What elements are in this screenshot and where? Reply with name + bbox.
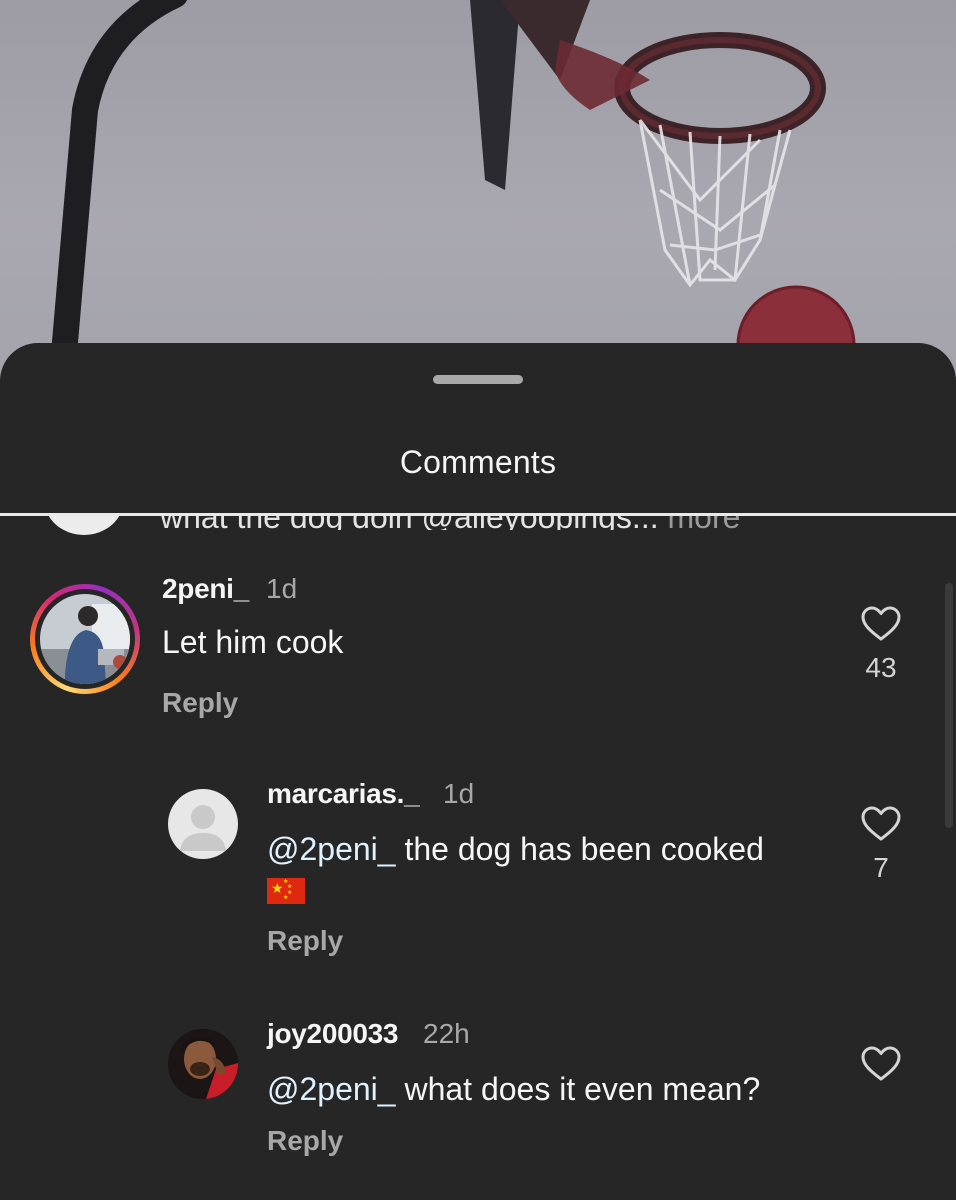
comment-text-body: what does it even mean? bbox=[395, 1071, 761, 1107]
comment-text-body: the dog has been cooked bbox=[395, 831, 764, 867]
avatar[interactable] bbox=[168, 789, 238, 859]
reply-item: joy200033 22h @2peni_ what does it even … bbox=[0, 1013, 956, 1173]
reply-item: marcarias._ 1d @2peni_ the dog has been … bbox=[0, 773, 956, 973]
comments-sheet: what the dog doin @alleyoopings... more … bbox=[0, 343, 956, 1200]
like-button[interactable]: 43 bbox=[851, 606, 911, 684]
previous-comment-more[interactable]: more bbox=[667, 516, 740, 530]
mention-link[interactable]: @2peni_ bbox=[267, 1071, 396, 1107]
comment-username[interactable]: marcarias._ bbox=[267, 778, 420, 810]
reply-button[interactable]: Reply bbox=[267, 1125, 343, 1157]
comment-time: 1d bbox=[266, 573, 298, 604]
heart-icon bbox=[861, 806, 901, 841]
avatar[interactable] bbox=[30, 584, 140, 694]
heart-icon bbox=[861, 1046, 901, 1081]
sheet-title: Comments bbox=[0, 429, 956, 513]
avatar-photo bbox=[40, 594, 130, 684]
comment-text: @2peni_ what does it even mean? bbox=[267, 1071, 760, 1108]
comment-username[interactable]: 2peni_ bbox=[162, 573, 249, 605]
like-count: 7 bbox=[873, 852, 889, 883]
like-count: 43 bbox=[865, 652, 897, 683]
comment-text: @2peni_ the dog has been cooked bbox=[267, 831, 764, 868]
comment-item: 2peni_ 1d Let him cook Reply 43 bbox=[0, 573, 956, 733]
heart-icon bbox=[861, 606, 901, 641]
sheet-drag-handle[interactable] bbox=[433, 375, 523, 384]
avatar-photo bbox=[168, 1029, 238, 1099]
comment-time: 22h bbox=[423, 1018, 470, 1049]
comment-username[interactable]: joy200033 bbox=[267, 1018, 399, 1050]
basketball-hoop-image bbox=[47, 0, 856, 400]
reply-button[interactable]: Reply bbox=[162, 687, 238, 719]
avatar[interactable] bbox=[168, 1029, 238, 1099]
comment-time: 1d bbox=[443, 778, 475, 809]
header-divider bbox=[0, 513, 956, 516]
previous-comment-text: what the dog doin @alleyoopings... bbox=[160, 516, 659, 530]
comment-text: Let him cook bbox=[162, 624, 344, 660]
flag-china-emoji: ★ ★ ★ ★ ★ bbox=[267, 878, 305, 904]
default-avatar-icon bbox=[180, 805, 226, 851]
reply-button[interactable]: Reply bbox=[267, 925, 343, 957]
mention-link[interactable]: @2peni_ bbox=[267, 831, 396, 867]
previous-comment[interactable]: what the dog doin @alleyoopings... more bbox=[160, 516, 860, 530]
like-button[interactable]: 7 bbox=[851, 806, 911, 884]
video-background[interactable] bbox=[0, 0, 956, 400]
like-button[interactable] bbox=[851, 1046, 911, 1082]
